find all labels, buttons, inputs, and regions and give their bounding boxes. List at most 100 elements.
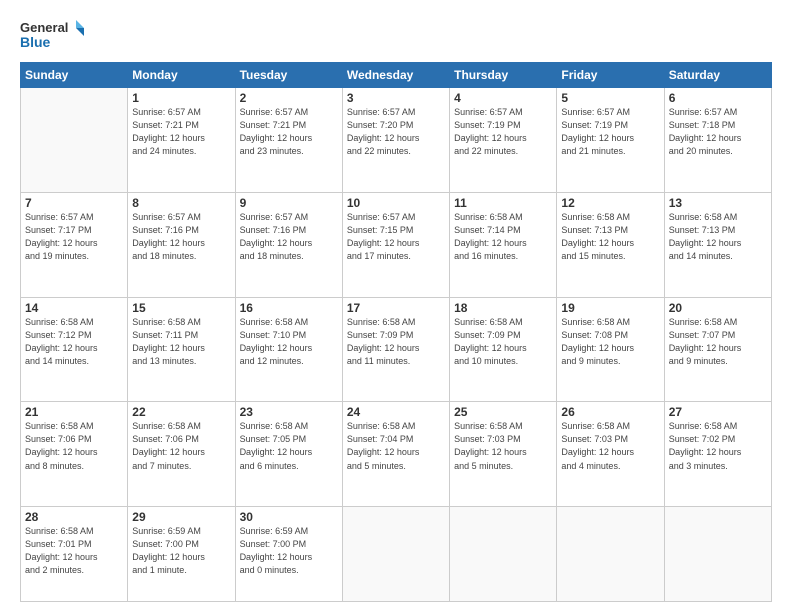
calendar-cell: [664, 507, 771, 602]
day-info: Sunrise: 6:57 AMSunset: 7:20 PMDaylight:…: [347, 106, 445, 158]
calendar-cell: 5Sunrise: 6:57 AMSunset: 7:19 PMDaylight…: [557, 88, 664, 193]
day-info: Sunrise: 6:57 AMSunset: 7:17 PMDaylight:…: [25, 211, 123, 263]
day-number: 18: [454, 301, 552, 315]
calendar-cell: 12Sunrise: 6:58 AMSunset: 7:13 PMDayligh…: [557, 192, 664, 297]
day-info: Sunrise: 6:58 AMSunset: 7:06 PMDaylight:…: [132, 420, 230, 472]
day-info: Sunrise: 6:58 AMSunset: 7:10 PMDaylight:…: [240, 316, 338, 368]
calendar-cell: 2Sunrise: 6:57 AMSunset: 7:21 PMDaylight…: [235, 88, 342, 193]
day-info: Sunrise: 6:59 AMSunset: 7:00 PMDaylight:…: [132, 525, 230, 577]
day-info: Sunrise: 6:57 AMSunset: 7:19 PMDaylight:…: [561, 106, 659, 158]
day-number: 22: [132, 405, 230, 419]
week-row-2: 7Sunrise: 6:57 AMSunset: 7:17 PMDaylight…: [21, 192, 772, 297]
calendar-cell: 13Sunrise: 6:58 AMSunset: 7:13 PMDayligh…: [664, 192, 771, 297]
calendar-cell: 3Sunrise: 6:57 AMSunset: 7:20 PMDaylight…: [342, 88, 449, 193]
day-info: Sunrise: 6:58 AMSunset: 7:13 PMDaylight:…: [669, 211, 767, 263]
calendar-cell: 20Sunrise: 6:58 AMSunset: 7:07 PMDayligh…: [664, 297, 771, 402]
day-number: 21: [25, 405, 123, 419]
day-info: Sunrise: 6:58 AMSunset: 7:07 PMDaylight:…: [669, 316, 767, 368]
day-info: Sunrise: 6:58 AMSunset: 7:13 PMDaylight:…: [561, 211, 659, 263]
calendar-cell: 11Sunrise: 6:58 AMSunset: 7:14 PMDayligh…: [450, 192, 557, 297]
week-row-3: 14Sunrise: 6:58 AMSunset: 7:12 PMDayligh…: [21, 297, 772, 402]
day-number: 7: [25, 196, 123, 210]
day-number: 24: [347, 405, 445, 419]
day-info: Sunrise: 6:58 AMSunset: 7:03 PMDaylight:…: [454, 420, 552, 472]
week-row-4: 21 Sunrise: 6:58 AMSunset: 7:06 PMDayligh…: [21, 402, 772, 507]
day-number: 8: [132, 196, 230, 210]
calendar-cell: 21Sunrise: 6:58 AMSunset: 7:06 PMDayligh…: [21, 402, 128, 507]
day-info: Sunrise: 6:59 AMSunset: 7:00 PMDaylight:…: [240, 525, 338, 577]
calendar-cell: 24Sunrise: 6:58 AMSunset: 7:04 PMDayligh…: [342, 402, 449, 507]
day-info: Sunrise: 6:58 AMSunset: 7:11 PMDaylight:…: [132, 316, 230, 368]
day-number: 20: [669, 301, 767, 315]
day-info: Sunrise: 6:58 AMSunset: 7:01 PMDaylight:…: [25, 525, 123, 577]
calendar-cell: [450, 507, 557, 602]
day-number: 14: [25, 301, 123, 315]
calendar-cell: 15Sunrise: 6:58 AMSunset: 7:11 PMDayligh…: [128, 297, 235, 402]
day-info: Sunrise: 6:58 AMSunset: 7:09 PMDaylight:…: [454, 316, 552, 368]
day-info: Sunrise: 6:57 AMSunset: 7:21 PMDaylight:…: [240, 106, 338, 158]
day-number: 27: [669, 405, 767, 419]
calendar-cell: 9Sunrise: 6:57 AMSunset: 7:16 PMDaylight…: [235, 192, 342, 297]
week-row-1: 1 Sunrise: 6:57 AMSunset: 7:21 PMDaylight…: [21, 88, 772, 193]
logo: General Blue: [20, 16, 88, 56]
calendar-cell: 10Sunrise: 6:57 AMSunset: 7:15 PMDayligh…: [342, 192, 449, 297]
day-info: Sunrise: 6:57 AMSunset: 7:19 PMDaylight:…: [454, 106, 552, 158]
weekday-header-thursday: Thursday: [450, 63, 557, 88]
calendar-table: SundayMondayTuesdayWednesdayThursdayFrid…: [20, 62, 772, 602]
day-info: Sunrise: 6:58 AMSunset: 7:05 PMDaylight:…: [240, 420, 338, 472]
day-info: Sunrise: 6:58 AMSunset: 7:09 PMDaylight:…: [347, 316, 445, 368]
calendar-cell: [557, 507, 664, 602]
day-info: Sunrise: 6:57 AMSunset: 7:16 PMDaylight:…: [240, 211, 338, 263]
day-info: Sunrise: 6:57 AMSunset: 7:15 PMDaylight:…: [347, 211, 445, 263]
weekday-header-monday: Monday: [128, 63, 235, 88]
day-number: 10: [347, 196, 445, 210]
day-number: 19: [561, 301, 659, 315]
day-number: 30: [240, 510, 338, 524]
svg-text:Blue: Blue: [20, 34, 51, 50]
day-info: Sunrise: 6:57 AMSunset: 7:18 PMDaylight:…: [669, 106, 767, 158]
day-info: Sunrise: 6:58 AMSunset: 7:02 PMDaylight:…: [669, 420, 767, 472]
calendar-cell: 6Sunrise: 6:57 AMSunset: 7:18 PMDaylight…: [664, 88, 771, 193]
day-number: 25: [454, 405, 552, 419]
day-number: 2: [240, 91, 338, 105]
day-number: 23: [240, 405, 338, 419]
calendar-cell: 22Sunrise: 6:58 AMSunset: 7:06 PMDayligh…: [128, 402, 235, 507]
day-number: 16: [240, 301, 338, 315]
header: General Blue: [20, 16, 772, 56]
day-number: 5: [561, 91, 659, 105]
day-info: Sunrise: 6:57 AMSunset: 7:16 PMDaylight:…: [132, 211, 230, 263]
calendar-cell: 14Sunrise: 6:58 AMSunset: 7:12 PMDayligh…: [21, 297, 128, 402]
day-number: 13: [669, 196, 767, 210]
day-number: 29: [132, 510, 230, 524]
day-info: Sunrise: 6:58 AMSunset: 7:08 PMDaylight:…: [561, 316, 659, 368]
day-number: 17: [347, 301, 445, 315]
day-number: 11: [454, 196, 552, 210]
calendar-cell: 27Sunrise: 6:58 AMSunset: 7:02 PMDayligh…: [664, 402, 771, 507]
calendar-cell: 19Sunrise: 6:58 AMSunset: 7:08 PMDayligh…: [557, 297, 664, 402]
calendar-cell: 28Sunrise: 6:58 AMSunset: 7:01 PMDayligh…: [21, 507, 128, 602]
day-info: Sunrise: 6:58 AMSunset: 7:12 PMDaylight:…: [25, 316, 123, 368]
calendar-cell: 17Sunrise: 6:58 AMSunset: 7:09 PMDayligh…: [342, 297, 449, 402]
calendar-cell: 26Sunrise: 6:58 AMSunset: 7:03 PMDayligh…: [557, 402, 664, 507]
svg-text:General: General: [20, 20, 68, 35]
calendar-cell: 23Sunrise: 6:58 AMSunset: 7:05 PMDayligh…: [235, 402, 342, 507]
day-number: 26: [561, 405, 659, 419]
calendar-cell: 7Sunrise: 6:57 AMSunset: 7:17 PMDaylight…: [21, 192, 128, 297]
calendar-cell: 18Sunrise: 6:58 AMSunset: 7:09 PMDayligh…: [450, 297, 557, 402]
weekday-header-sunday: Sunday: [21, 63, 128, 88]
weekday-header-wednesday: Wednesday: [342, 63, 449, 88]
calendar-cell: 4Sunrise: 6:57 AMSunset: 7:19 PMDaylight…: [450, 88, 557, 193]
weekday-header-tuesday: Tuesday: [235, 63, 342, 88]
day-number: 1: [132, 91, 230, 105]
calendar-cell: 25Sunrise: 6:58 AMSunset: 7:03 PMDayligh…: [450, 402, 557, 507]
calendar-cell: 8Sunrise: 6:57 AMSunset: 7:16 PMDaylight…: [128, 192, 235, 297]
day-number: 3: [347, 91, 445, 105]
calendar-cell: [21, 88, 128, 193]
day-info: Sunrise: 6:58 AMSunset: 7:03 PMDaylight:…: [561, 420, 659, 472]
calendar-cell: 29Sunrise: 6:59 AMSunset: 7:00 PMDayligh…: [128, 507, 235, 602]
day-number: 28: [25, 510, 123, 524]
weekday-header-row: SundayMondayTuesdayWednesdayThursdayFrid…: [21, 63, 772, 88]
calendar-cell: 1Sunrise: 6:57 AMSunset: 7:21 PMDaylight…: [128, 88, 235, 193]
weekday-header-saturday: Saturday: [664, 63, 771, 88]
calendar-cell: [342, 507, 449, 602]
